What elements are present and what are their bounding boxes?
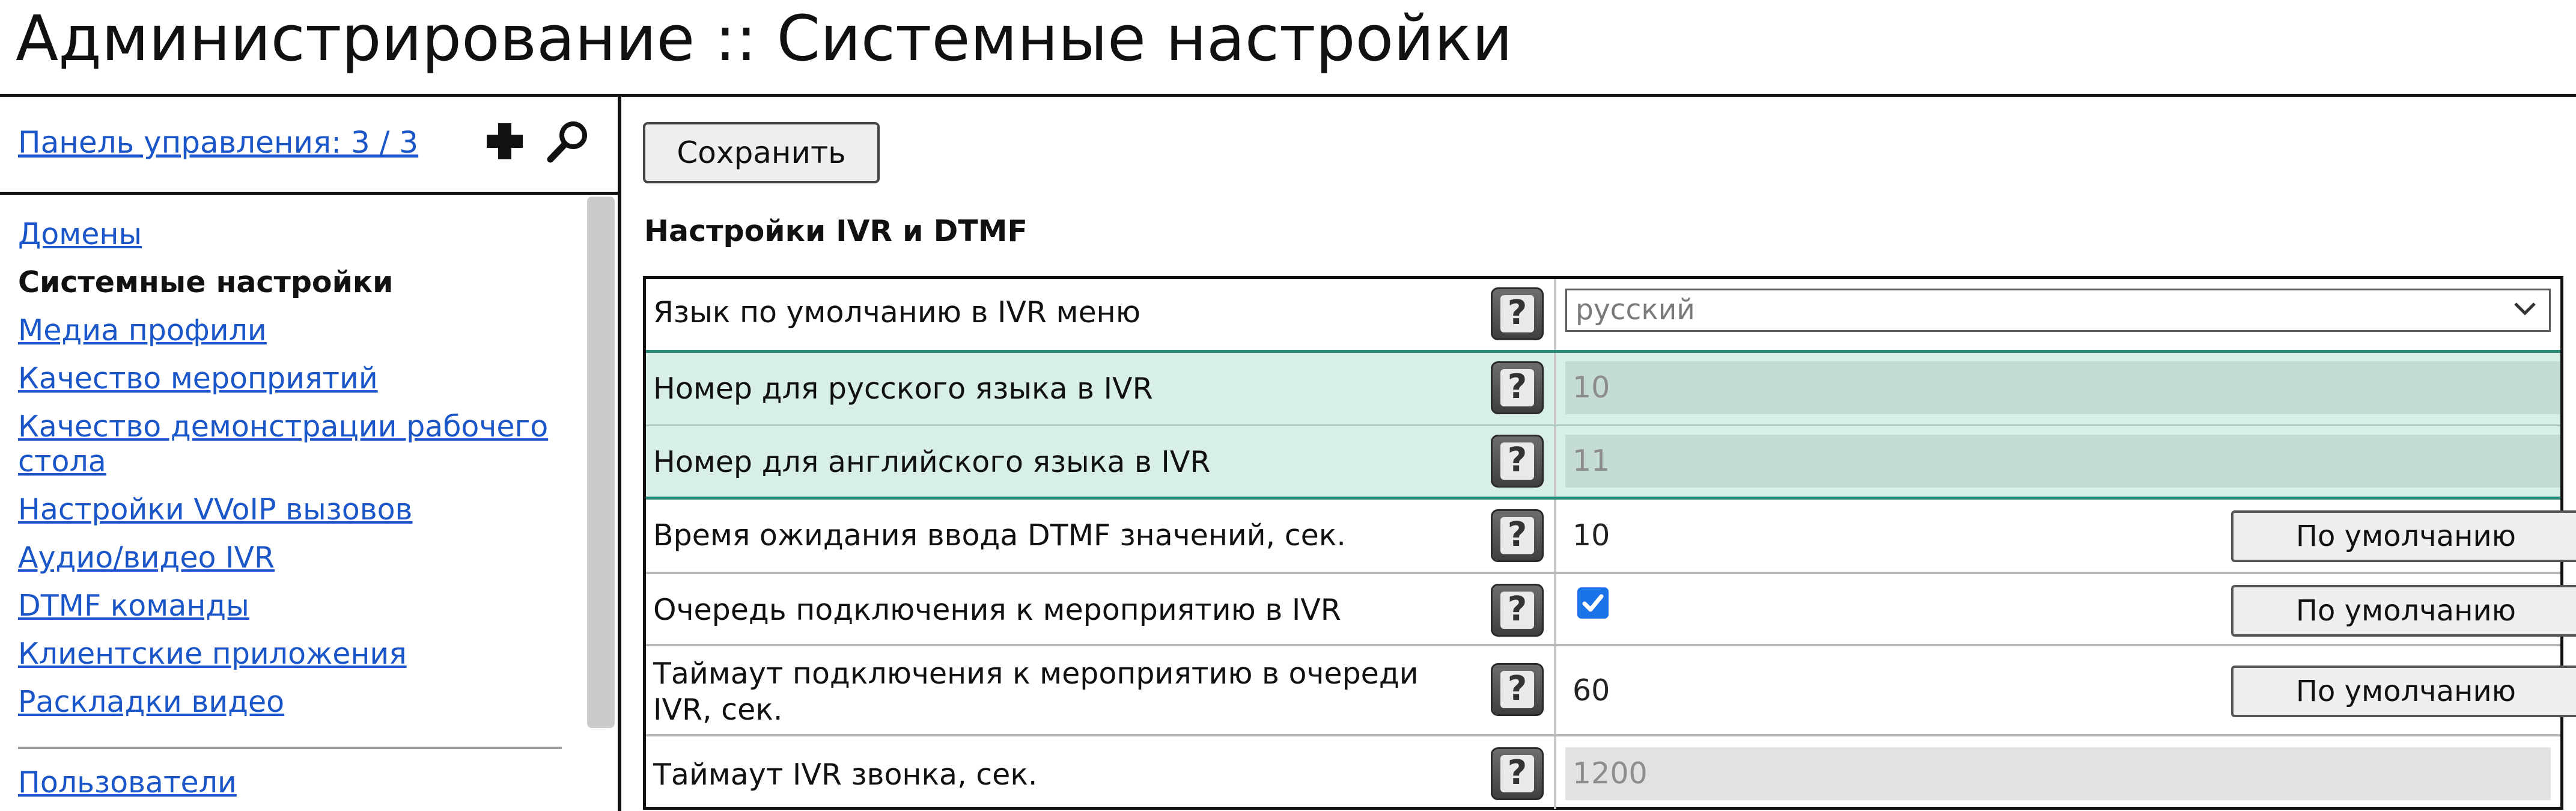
sidebar-header: Панель управления: 3 / 3 — [0, 97, 618, 195]
column-separator — [1554, 279, 1556, 350]
language-select-value: русский — [1576, 293, 1695, 326]
help-icon[interactable]: ? — [1491, 361, 1544, 414]
help-glyph: ? — [1500, 671, 1534, 708]
help-glyph: ? — [1500, 295, 1534, 332]
sidebar: Панель управления: 3 / 3 Домены Системны… — [0, 97, 621, 811]
help-glyph: ? — [1500, 369, 1534, 406]
help-icon[interactable]: ? — [1491, 747, 1544, 800]
column-separator — [1554, 646, 1556, 736]
queue-timeout-default-button[interactable]: По умолчанию — [2231, 666, 2576, 717]
column-separator — [1554, 574, 1556, 646]
sidebar-item-vvoip-settings[interactable]: Настройки VVoIP вызовов — [18, 492, 571, 527]
plus-icon[interactable] — [481, 117, 529, 165]
column-separator — [1554, 426, 1556, 500]
event-queue-default-button[interactable]: По умолчанию — [2231, 585, 2576, 637]
search-icon[interactable] — [544, 117, 592, 165]
help-icon[interactable]: ? — [1491, 509, 1544, 562]
setting-label: Очередь подключения к мероприятию в IVR — [653, 593, 1341, 627]
help-icon[interactable]: ? — [1491, 435, 1544, 488]
sidebar-divider — [18, 747, 562, 749]
dtmf-timeout-input[interactable]: 10 — [1565, 509, 1806, 562]
setting-row-ivr-call-timeout: Таймаут IVR звонка, сек. ? 1200 — [646, 734, 2560, 809]
setting-row-default-language: Язык по умолчанию в IVR меню ? русский — [646, 279, 2560, 350]
setting-row-event-queue: Очередь подключения к мероприятию в IVR … — [646, 572, 2576, 646]
sidebar-item-desktop-sharing-quality[interactable]: Качество демонстрации рабочего стола — [18, 409, 571, 479]
queue-timeout-input[interactable]: 60 — [1565, 664, 1806, 717]
ivr-call-timeout-field: 1200 — [1565, 747, 2551, 800]
help-glyph: ? — [1500, 592, 1534, 629]
help-glyph: ? — [1500, 517, 1534, 554]
help-icon[interactable]: ? — [1491, 663, 1544, 716]
sidebar-item-video-layouts[interactable]: Раскладки видео — [18, 685, 571, 720]
help-icon[interactable]: ? — [1491, 287, 1544, 340]
setting-label: Номер для английского языка в IVR — [653, 445, 1211, 479]
main-content: Сохранить Настройки IVR и DTMF Язык по у… — [621, 97, 2576, 811]
setting-label: Язык по умолчанию в IVR меню — [653, 295, 1140, 329]
setting-label: Время ожидания ввода DTMF значений, сек. — [653, 518, 1346, 552]
sidebar-menu: Домены Системные настройки Медиа профили… — [18, 217, 571, 733]
page-title: Администрирование :: Системные настройки — [16, 2, 1513, 75]
en-number-field: 11 — [1565, 435, 2560, 488]
setting-row-dtmf-timeout: Время ожидания ввода DTMF значений, сек.… — [646, 500, 2576, 572]
help-glyph: ? — [1500, 755, 1534, 792]
sidebar-scrollbar[interactable] — [587, 197, 615, 728]
setting-row-queue-timeout: Таймаут подключения к мероприятию в очер… — [646, 644, 2576, 736]
event-queue-checkbox[interactable] — [1577, 587, 1609, 619]
dtmf-timeout-default-button[interactable]: По умолчанию — [2231, 510, 2576, 562]
control-panel-link[interactable]: Панель управления: 3 / 3 — [18, 123, 418, 162]
setting-label: Таймаут IVR звонка, сек. — [653, 757, 1038, 792]
setting-label: Номер для русского языка в IVR — [653, 372, 1153, 406]
save-button[interactable]: Сохранить — [643, 122, 880, 183]
help-glyph: ? — [1500, 442, 1534, 480]
sidebar-item-domains[interactable]: Домены — [18, 217, 571, 252]
column-separator — [1554, 736, 1556, 809]
chevron-down-icon — [2514, 302, 2536, 316]
sidebar-item-event-quality[interactable]: Качество мероприятий — [18, 361, 571, 396]
setting-label: Таймаут подключения к мероприятию в очер… — [653, 656, 1419, 727]
sidebar-item-av-ivr[interactable]: Аудио/видео IVR — [18, 540, 571, 575]
setting-row-en-number: Номер для английского языка в IVR ? 11 — [646, 424, 2560, 500]
setting-row-ru-number: Номер для русского языка в IVR ? 10 — [646, 350, 2560, 427]
column-separator — [1554, 500, 1556, 572]
sidebar-item-client-apps[interactable]: Клиентские приложения — [18, 637, 571, 672]
sidebar-item-system-settings: Системные настройки — [18, 265, 394, 299]
settings-table: Язык по умолчанию в IVR меню ? русский Н… — [643, 276, 2576, 810]
language-select[interactable]: русский — [1565, 289, 2551, 332]
section-title: Настройки IVR и DTMF — [644, 214, 1028, 248]
sidebar-item-dtmf-commands[interactable]: DTMF команды — [18, 589, 571, 623]
sidebar-item-users[interactable]: Пользователи — [18, 765, 237, 800]
ru-number-field: 10 — [1565, 361, 2560, 414]
check-icon — [1582, 594, 1604, 612]
help-icon[interactable]: ? — [1491, 584, 1544, 637]
sidebar-item-media-profiles[interactable]: Медиа профили — [18, 313, 571, 348]
column-separator — [1554, 353, 1556, 427]
